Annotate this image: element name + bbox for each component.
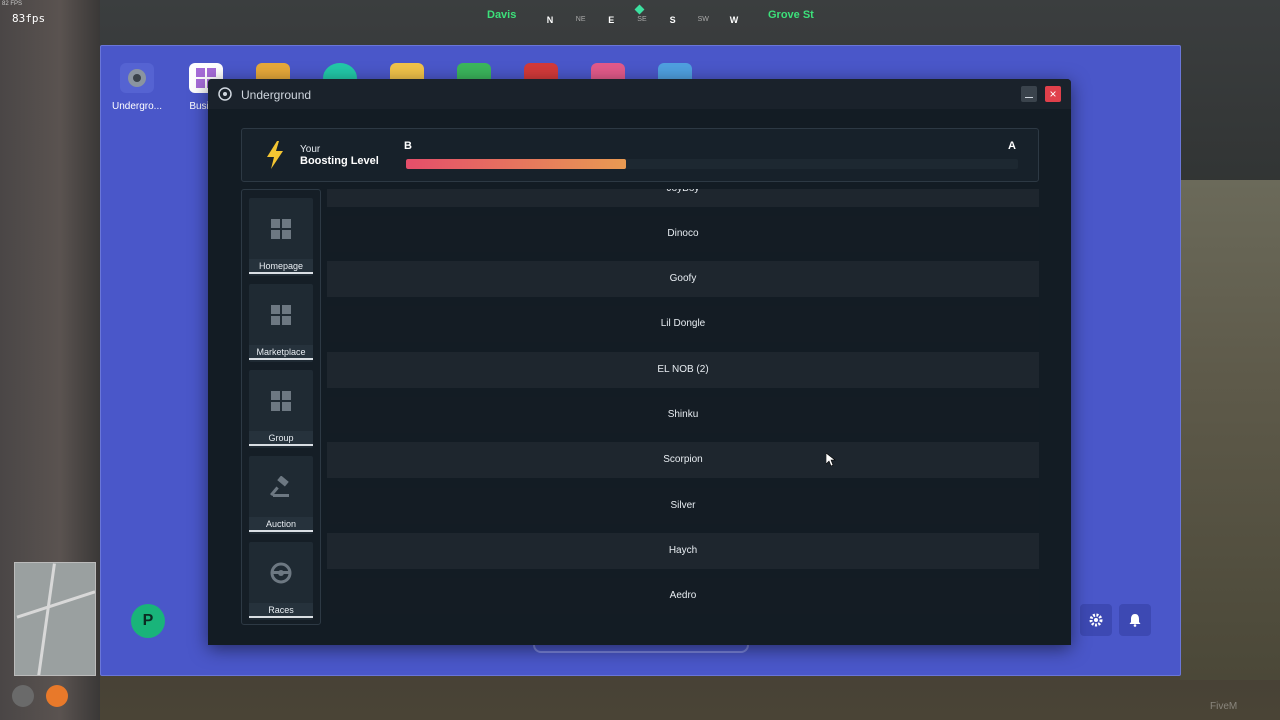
minimap-road <box>37 563 56 675</box>
boosting-your-label: Your <box>300 144 321 155</box>
sidebar-item-label: Homepage <box>249 259 313 274</box>
compass-dir: S <box>669 15 676 25</box>
list-item[interactable]: Lil Dongle <box>327 306 1039 342</box>
street-name-left: Davis <box>487 9 517 21</box>
list-item[interactable]: Haych <box>327 533 1039 569</box>
next-grade: A <box>1008 140 1016 152</box>
boosting-progress-bar <box>406 159 1018 169</box>
compass-dir: W <box>729 15 739 25</box>
window-title: Underground <box>241 88 312 102</box>
lightning-icon <box>265 141 285 174</box>
window-content: Your Boosting Level B A Homepage Marketp… <box>208 109 1071 645</box>
launcher-logo-button[interactable]: P <box>131 604 165 638</box>
list-item[interactable]: Aedro <box>327 578 1039 614</box>
grid-icon <box>270 218 292 245</box>
boosting-progress-fill <box>406 159 627 169</box>
watermark: FiveM <box>1210 701 1238 712</box>
fps-counter: 83fps <box>12 12 46 25</box>
sidebar-item-label: Auction <box>249 517 313 532</box>
desktop-icon-label: Undergro... <box>111 101 163 112</box>
sidebar-item-marketplace[interactable]: Marketplace <box>249 284 313 362</box>
turbo-icon <box>120 63 154 93</box>
compass-dir: N <box>546 15 554 25</box>
minimize-icon <box>1025 97 1033 98</box>
compass-bar: Davis N NE E SE S SW W Grove St <box>480 4 820 30</box>
settings-button[interactable] <box>1080 604 1112 636</box>
fps-counter-small: 82 FPS <box>2 1 23 7</box>
compass-dir: SW <box>697 16 709 23</box>
steering-wheel-icon <box>270 562 292 589</box>
sidebar: Homepage Marketplace Group Auction Races <box>241 189 321 625</box>
street-name-right: Grove St <box>768 9 814 21</box>
notifications-button[interactable] <box>1119 604 1151 636</box>
contract-list: JoyBoy Dinoco Goofy Lil Dongle EL NOB (2… <box>327 189 1039 625</box>
underground-window: Underground × Your Boosting Level B A Ho… <box>208 79 1071 645</box>
list-item[interactable]: Dinoco <box>327 216 1039 252</box>
window-titlebar[interactable]: Underground × <box>208 79 1071 109</box>
compass-dir: SE <box>637 16 647 23</box>
compass-directions: N NE E SE S SW W <box>542 15 742 25</box>
sidebar-item-label: Races <box>249 603 313 618</box>
list-item[interactable]: Shinku <box>327 397 1039 433</box>
minimap <box>14 562 96 676</box>
list-item[interactable]: Silver <box>327 488 1039 524</box>
hud-status-icon <box>46 685 68 707</box>
desktop-icon-underground[interactable]: Undergro... <box>107 63 167 112</box>
sidebar-item-label: Group <box>249 431 313 446</box>
mouse-cursor-icon <box>826 453 836 467</box>
grid-icon <box>270 304 292 331</box>
grid-icon <box>270 390 292 417</box>
minimize-button[interactable] <box>1021 86 1037 102</box>
boosting-level-card: Your Boosting Level B A <box>241 128 1039 182</box>
background-wall <box>1180 180 1280 680</box>
compass-dir: NE <box>575 16 586 23</box>
current-grade: B <box>404 140 412 152</box>
sidebar-item-group[interactable]: Group <box>249 370 313 448</box>
list-item[interactable]: JoyBoy <box>327 189 1039 207</box>
sidebar-item-homepage[interactable]: Homepage <box>249 198 313 276</box>
sidebar-item-auction[interactable]: Auction <box>249 456 313 534</box>
sidebar-item-races[interactable]: Races <box>249 542 313 620</box>
turbo-icon <box>218 87 232 106</box>
gear-icon <box>1089 613 1103 627</box>
list-item[interactable]: Scorpion <box>327 442 1039 478</box>
minimap-road <box>16 590 95 619</box>
list-item[interactable]: Goofy <box>327 261 1039 297</box>
gavel-icon <box>270 475 292 503</box>
list-item[interactable]: EL NOB (2) <box>327 352 1039 388</box>
compass-waypoint-marker <box>634 4 645 15</box>
bell-icon <box>1129 614 1141 627</box>
sidebar-item-label: Marketplace <box>249 345 313 360</box>
close-button[interactable]: × <box>1045 86 1061 102</box>
hud-status-icon <box>12 685 34 707</box>
compass-dir: E <box>608 15 615 25</box>
boosting-level-label: Boosting Level <box>300 155 379 167</box>
